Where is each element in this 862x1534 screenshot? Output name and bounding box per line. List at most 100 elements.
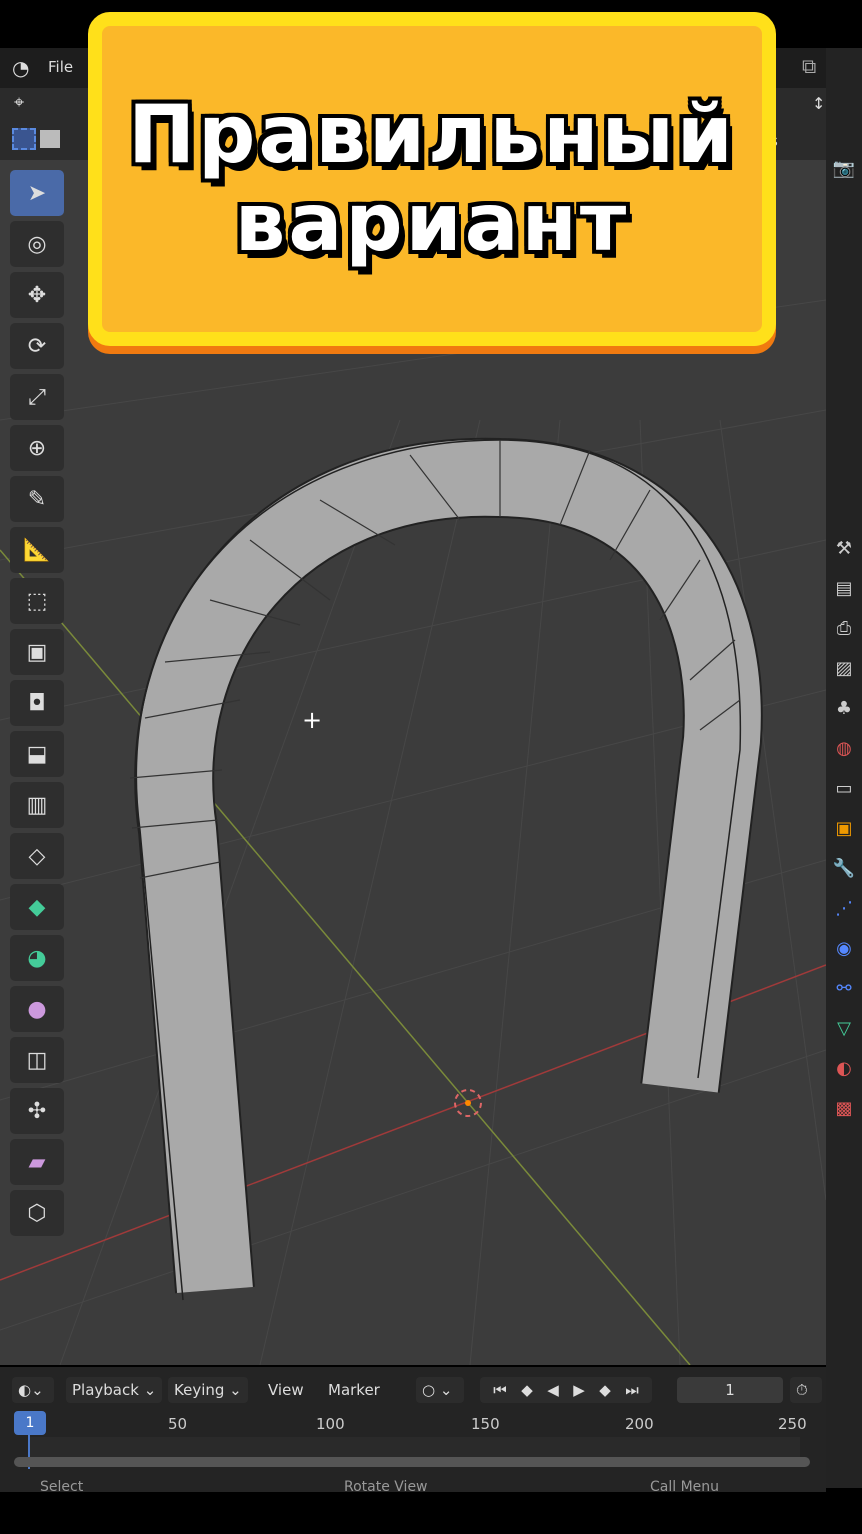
status-rotate-view: Rotate View <box>344 1479 428 1495</box>
playback-controls[interactable]: ⏮ ◆ ◀ ▶ ◆ ⏭ <box>480 1377 652 1403</box>
scale-icon: ⤢ <box>28 384 46 410</box>
tool-scale[interactable]: ⤢ <box>10 374 64 420</box>
tab-world[interactable]: ◍ <box>826 728 862 768</box>
tool-smooth[interactable]: ● <box>10 986 64 1032</box>
jump-end-icon[interactable]: ⏭ <box>625 1381 639 1399</box>
world-icon: ◍ <box>836 737 852 759</box>
tab-scene[interactable]: ♣ <box>826 688 862 728</box>
tool-rip[interactable]: ⬡ <box>10 1190 64 1236</box>
add-cube-icon: ⬚ <box>26 588 48 614</box>
tool-loop-cut[interactable]: ▥ <box>10 782 64 828</box>
playback-label: Playback <box>72 1381 139 1399</box>
3d-cursor[interactable] <box>454 1089 482 1117</box>
physics-icon: ◉ <box>836 937 852 959</box>
knife-icon: ◇ <box>28 843 46 869</box>
shrink-fatten-icon: ✣ <box>27 1098 47 1124</box>
tick-label: 50 <box>168 1415 188 1433</box>
tab-material[interactable]: ◐ <box>826 1048 862 1088</box>
texture-icon: ▩ <box>835 1097 853 1119</box>
tab-modifier[interactable]: 🔧 <box>826 848 862 888</box>
tool-bevel[interactable]: ⬓ <box>10 731 64 777</box>
tab-physics[interactable]: ◉ <box>826 928 862 968</box>
banner-line-1: Правильный <box>128 88 736 181</box>
tool-knife[interactable]: ◇ <box>10 833 64 879</box>
keying-menu[interactable]: Keying ⌄ <box>168 1377 248 1403</box>
timeline-scrollbar[interactable] <box>14 1457 810 1467</box>
tick-label: 200 <box>625 1415 654 1433</box>
tab-texture[interactable]: ▩ <box>826 1088 862 1128</box>
prev-keyframe-icon[interactable]: ◆ <box>521 1381 533 1399</box>
frame-indicator[interactable]: 1 <box>14 1411 46 1435</box>
tab-view-layer[interactable]: ▨ <box>826 648 862 688</box>
tool-extrude[interactable]: ▣ <box>10 629 64 675</box>
current-frame-field[interactable]: 1 <box>677 1377 783 1403</box>
playback-menu[interactable]: Playback ⌄ <box>66 1377 163 1403</box>
keying-label: Keying <box>174 1381 225 1399</box>
tool-cursor[interactable]: ◎ <box>10 221 64 267</box>
tool-rotate[interactable]: ⟳ <box>10 323 64 369</box>
render-icon: ▤ <box>835 577 853 599</box>
edge-slide-icon: ◫ <box>26 1047 48 1073</box>
editor-type-button[interactable]: ◐⌄ <box>12 1377 54 1403</box>
blender-logo-icon[interactable]: ◔ <box>12 56 29 80</box>
pencil-icon: ✎ <box>27 486 47 512</box>
tool-transform[interactable]: ⊕ <box>10 425 64 471</box>
tick-label: 150 <box>471 1415 500 1433</box>
tool-edge-slide[interactable]: ◫ <box>10 1037 64 1083</box>
camera-icon[interactable]: 📷 <box>826 148 862 188</box>
tool-add-cube[interactable]: ⬚ <box>10 578 64 624</box>
clock-icon: ◐⌄ <box>18 1381 44 1399</box>
properties-tabs: 📷 ⚒ ▤ ⎙ ▨ ♣ ◍ ▭ ▣ 🔧 ⋰ ◉ ⚯ ▽ ◐ ▩ <box>826 48 862 1488</box>
play-icon[interactable]: ▶ <box>573 1381 585 1399</box>
tool-inset[interactable]: ◘ <box>10 680 64 726</box>
view-menu[interactable]: View <box>262 1377 310 1403</box>
tab-collection[interactable]: ▭ <box>826 768 862 808</box>
constraints-icon: ⚯ <box>836 977 852 999</box>
tab-data[interactable]: ▽ <box>826 1008 862 1048</box>
wrench-icon: 🔧 <box>832 857 856 879</box>
mesh-data-icon: ▽ <box>837 1017 851 1039</box>
tab-constraints[interactable]: ⚯ <box>826 968 862 1008</box>
loop-cut-icon: ▥ <box>26 792 48 818</box>
material-icon: ◐ <box>836 1057 852 1079</box>
next-keyframe-icon[interactable]: ◆ <box>599 1381 611 1399</box>
shear-icon: ▰ <box>28 1149 46 1175</box>
spin-icon: ◕ <box>27 945 47 971</box>
tool-move[interactable]: ✥ <box>10 272 64 318</box>
select-mode-new-icon[interactable] <box>12 128 36 150</box>
jump-start-icon[interactable]: ⏮ <box>493 1381 507 1399</box>
tab-render[interactable]: ▤ <box>826 568 862 608</box>
particles-icon: ⋰ <box>835 897 853 919</box>
status-select: Select <box>40 1479 84 1495</box>
tool-shear[interactable]: ▰ <box>10 1139 64 1185</box>
collection-icon: ▭ <box>835 777 853 799</box>
tab-output[interactable]: ⎙ <box>826 608 862 648</box>
auto-keying-toggle[interactable]: ○ ⌄ <box>416 1377 464 1403</box>
tool-measure[interactable]: 📐 <box>10 527 64 573</box>
tool-spin[interactable]: ◕ <box>10 935 64 981</box>
tab-tool[interactable]: ⚒ <box>826 528 862 568</box>
tool-icon: ⚒ <box>835 537 853 559</box>
tool-shrink-fatten[interactable]: ✣ <box>10 1088 64 1134</box>
ruler-icon: 📐 <box>23 537 51 563</box>
stopwatch-icon[interactable]: ⏱ <box>790 1377 822 1403</box>
overlay-banner: Правильный вариант <box>88 12 776 346</box>
extrude-icon: ▣ <box>26 639 48 665</box>
cursor-icon: ◎ <box>27 231 47 257</box>
tool-select-box[interactable]: ➤ <box>10 170 64 216</box>
marker-menu[interactable]: Marker <box>322 1377 386 1403</box>
tool-poly-build[interactable]: ◆ <box>10 884 64 930</box>
poly-build-icon: ◆ <box>28 894 46 920</box>
play-reverse-icon[interactable]: ◀ <box>547 1381 559 1399</box>
scene-icon: ♣ <box>835 697 853 719</box>
duplicate-window-icon[interactable]: ⧉ <box>802 54 816 78</box>
tab-particles[interactable]: ⋰ <box>826 888 862 928</box>
select-cursor-icon: ➤ <box>27 180 47 206</box>
tab-object[interactable]: ▣ <box>826 808 862 848</box>
tool-annotate[interactable]: ✎ <box>10 476 64 522</box>
menu-file[interactable]: File <box>48 58 73 76</box>
transform-pivot-icon[interactable]: ⌖ <box>14 92 24 113</box>
timeline: ◐⌄ Playback ⌄ Keying ⌄ View Marker ○ ⌄ ⏮… <box>0 1367 826 1495</box>
select-mode-extend-icon[interactable] <box>40 130 60 148</box>
gizmo-arrow-icon[interactable]: ↕ <box>812 94 825 113</box>
